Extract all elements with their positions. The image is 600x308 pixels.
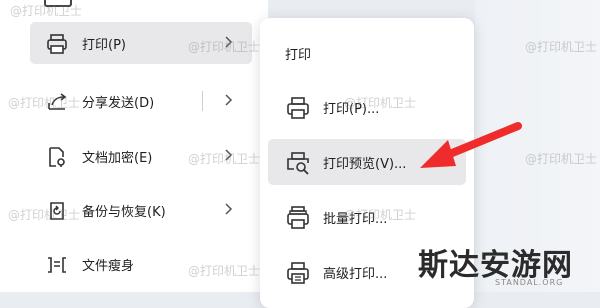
submenu-title: 打印 <box>285 48 312 63</box>
menu-item-label: 文档加密(E) <box>82 151 153 166</box>
printer-icon <box>47 34 67 54</box>
submenu-item-label: 批量打印... <box>323 212 388 227</box>
chevron-right-icon <box>225 149 233 161</box>
menu-item-share[interactable]: 分享发送(D) <box>30 80 252 122</box>
submenu-item-label: 打印预览(V)... <box>323 157 407 172</box>
print-preview-icon <box>287 152 309 175</box>
divider <box>202 91 203 111</box>
brand-domain: STANDAL.ORG <box>495 278 564 287</box>
menu-item-label: 备份与恢复(K) <box>82 205 166 220</box>
printer-icon <box>287 97 309 119</box>
menu-item-encrypt[interactable]: 文档加密(E) <box>30 135 252 177</box>
batch-print-icon <box>287 206 309 229</box>
chevron-right-icon <box>225 203 233 215</box>
menu-item-file-slim[interactable]: 文件瘦身 <box>30 243 252 285</box>
menu-item-backup[interactable]: 备份与恢复(K) <box>30 189 252 231</box>
file-slim-icon <box>48 257 66 273</box>
partial-menu-icon <box>44 0 72 7</box>
chevron-right-icon <box>225 94 233 106</box>
submenu-item-label: 打印(P)... <box>323 102 380 117</box>
file-menu: 打印(P) 分享发送(D) 文档加密(E) 备份与恢复(K) 文件瘦身 <box>0 0 268 292</box>
share-icon <box>48 93 67 110</box>
chevron-right-icon <box>225 36 233 48</box>
red-arrow-annotation <box>420 122 522 168</box>
backup-icon <box>50 202 64 220</box>
menu-item-label: 分享发送(D) <box>82 96 155 111</box>
advanced-print-icon <box>287 262 309 284</box>
menu-item-label: 文件瘦身 <box>82 259 135 274</box>
submenu-item-batch-print[interactable]: 批量打印... <box>268 194 466 240</box>
menu-item-label: 打印(P) <box>82 38 126 53</box>
menu-item-print[interactable]: 打印(P) <box>30 22 252 64</box>
submenu-item-label: 高级打印... <box>323 267 388 282</box>
document-lock-icon <box>49 147 65 167</box>
